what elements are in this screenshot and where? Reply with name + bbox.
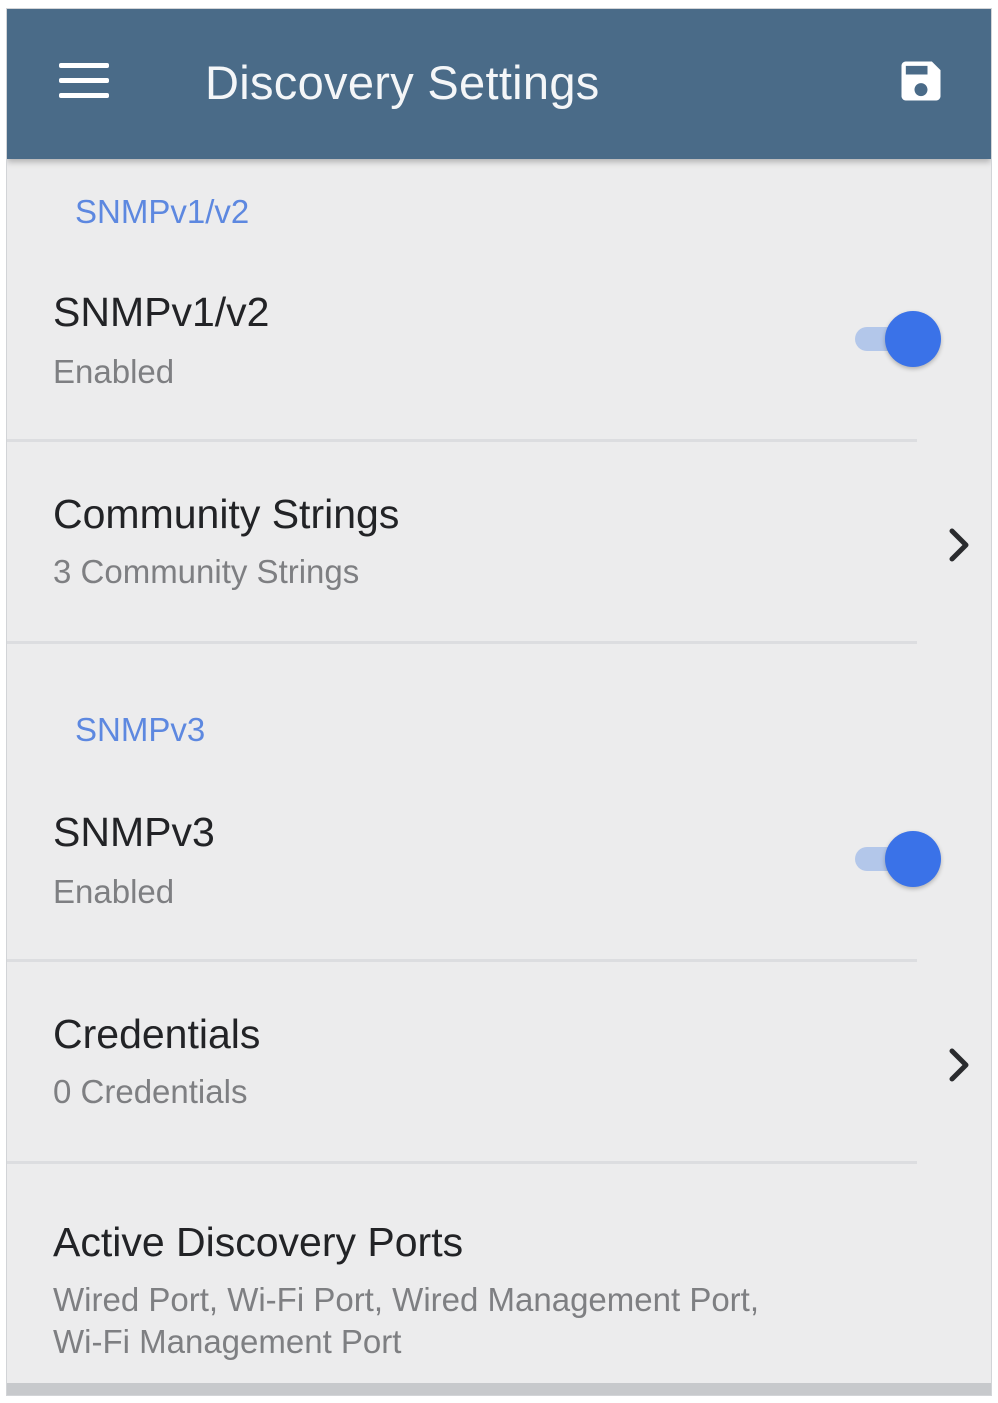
section-header-snmpv3: SNMPv3 bbox=[75, 711, 206, 748]
snmpv3-toggle-row[interactable]: SNMPv3 Enabled bbox=[7, 799, 991, 949]
chevron-right-icon bbox=[945, 525, 973, 565]
community-strings-count: 3 Community Strings bbox=[53, 553, 360, 590]
community-strings-title: Community Strings bbox=[53, 491, 400, 537]
credentials-count: 0 Credentials bbox=[53, 1073, 248, 1110]
community-strings-row[interactable]: Community Strings 3 Community Strings bbox=[7, 481, 991, 631]
settings-screen: Discovery Settings SNMPv1/v2 SNMPv1/v2 E… bbox=[6, 8, 992, 1396]
divider bbox=[7, 641, 917, 644]
active-discovery-ports-title: Active Discovery Ports bbox=[53, 1219, 464, 1265]
toggle-thumb bbox=[885, 311, 941, 367]
snmpv3-status: Enabled bbox=[53, 873, 175, 910]
snmpv3-toggle-switch[interactable] bbox=[855, 831, 945, 887]
save-icon[interactable] bbox=[895, 55, 947, 107]
active-discovery-ports-list-line-2: Wi-Fi Management Port bbox=[53, 1323, 402, 1360]
divider bbox=[7, 959, 917, 962]
section-header-snmpv1-v2: SNMPv1/v2 bbox=[75, 193, 250, 230]
snmpv3-title: SNMPv3 bbox=[53, 809, 215, 855]
snmpv1-v2-status: Enabled bbox=[53, 353, 175, 390]
active-discovery-ports-list-line-1: Wired Port, Wi-Fi Port, Wired Management… bbox=[53, 1281, 760, 1318]
bottom-edge bbox=[7, 1383, 991, 1395]
toggle-thumb bbox=[885, 831, 941, 887]
credentials-row[interactable]: Credentials 0 Credentials bbox=[7, 1001, 991, 1151]
active-discovery-ports-row[interactable]: Active Discovery Ports Wired Port, Wi-Fi… bbox=[7, 1205, 991, 1375]
page-title: Discovery Settings bbox=[205, 56, 600, 109]
app-bar: Discovery Settings bbox=[7, 9, 991, 159]
hamburger-menu-icon[interactable] bbox=[59, 61, 109, 101]
divider bbox=[7, 1161, 917, 1164]
snmpv1-v2-toggle-row[interactable]: SNMPv1/v2 Enabled bbox=[7, 279, 991, 429]
credentials-title: Credentials bbox=[53, 1011, 261, 1057]
chevron-right-icon bbox=[945, 1045, 973, 1085]
snmpv1-v2-toggle-switch[interactable] bbox=[855, 311, 945, 367]
divider bbox=[7, 439, 917, 442]
snmpv1-v2-title: SNMPv1/v2 bbox=[53, 289, 270, 335]
